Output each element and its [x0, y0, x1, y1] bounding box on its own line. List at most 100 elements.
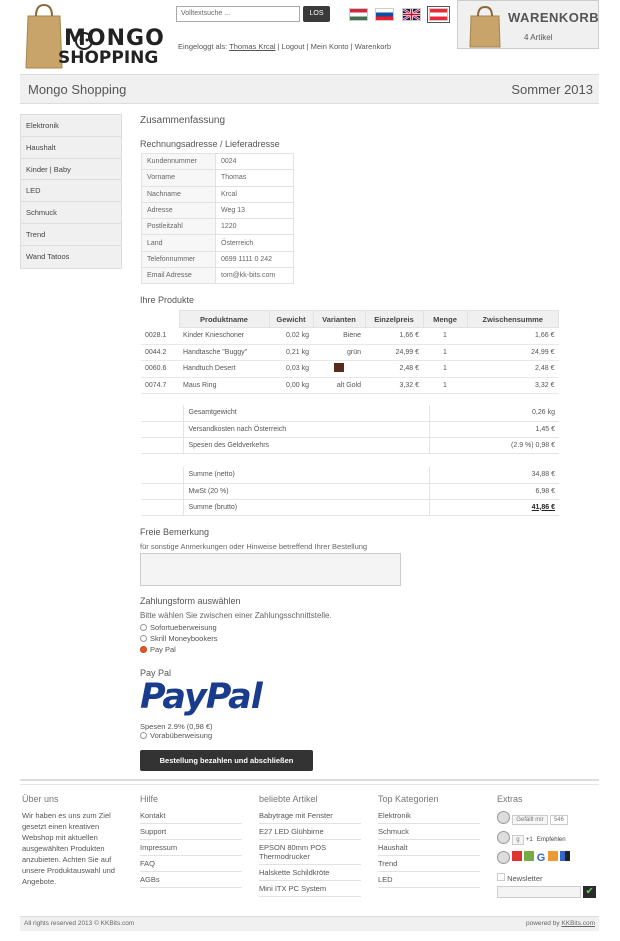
sidebar-item-elektronik[interactable]: Elektronik: [21, 115, 121, 137]
powered-link[interactable]: KKBits.com: [561, 920, 595, 927]
address-label: Email Adresse: [141, 267, 216, 285]
mascot-icon: [497, 811, 510, 824]
share-service-icon[interactable]: [512, 851, 523, 861]
google-plus-button[interactable]: g: [512, 835, 524, 845]
footer-category-item[interactable]: Trend: [378, 856, 480, 872]
summary-value: 34,88 €: [428, 467, 559, 484]
summary-value: (2.9 %) 0,98 €: [428, 437, 559, 454]
product-row: 0074.7 Maus Ring 0,00 kg alt Gold 3,32 €1 3,3…: [141, 377, 559, 394]
radio-icon[interactable]: [140, 635, 147, 642]
address-label: Vorname: [141, 169, 216, 187]
footer-category-item[interactable]: Elektronik: [378, 808, 480, 824]
product-name[interactable]: Maus Ring: [179, 377, 269, 394]
payment-option-paypal[interactable]: Pay Pal: [140, 645, 218, 656]
footer-popular-item[interactable]: E27 LED Glühbirne: [259, 824, 361, 840]
newsletter-submit-check-icon[interactable]: ✔: [583, 886, 597, 898]
delicious-icon[interactable]: [559, 851, 570, 861]
flag-united-kingdom-icon[interactable]: [402, 8, 421, 21]
share-service-icon[interactable]: [547, 851, 558, 861]
summary-value: 41,86 €: [428, 499, 559, 516]
address-label: Postleitzahl: [141, 218, 216, 236]
address-row: Adresse Weg 13: [141, 201, 294, 220]
cart-link[interactable]: Warenkorb: [355, 42, 391, 51]
footer-link-kontakt[interactable]: Kontakt: [140, 808, 242, 824]
login-user-link[interactable]: Thomas Krcal: [229, 42, 275, 51]
summary-row: Summe (brutto) 41,86 €: [141, 499, 559, 516]
product-variant: alt Gold: [313, 377, 365, 394]
product-name[interactable]: Handtasche "Buggy": [179, 344, 269, 361]
share-icons: G: [512, 851, 570, 864]
payment-option-prepay[interactable]: Vorabüberweisung: [140, 731, 212, 742]
address-label: Adresse: [141, 201, 216, 220]
radio-icon[interactable]: [140, 732, 147, 739]
powered-by: powered by KKBits.com: [526, 920, 595, 927]
paypal-fees: Spesen 2.9% (0,98 €): [140, 722, 213, 731]
footer-divider: [20, 784, 599, 785]
flag-austria-icon[interactable]: [427, 6, 450, 23]
address-value: 1220: [215, 218, 294, 236]
about-title: Über uns: [22, 794, 59, 804]
footer-link-impressum[interactable]: Impressum: [140, 840, 242, 856]
footer-link-faq[interactable]: FAQ: [140, 856, 242, 872]
remark-hint: für sonstige Anmerkungen oder Hinweise b…: [140, 542, 368, 551]
footer-category-item[interactable]: Haushalt: [378, 840, 480, 856]
address-value: 0024: [215, 152, 294, 171]
footer-category-item[interactable]: LED: [378, 872, 480, 888]
flag-hungary-icon[interactable]: [349, 8, 368, 21]
address-value: 0699 1111 0 242: [215, 250, 294, 269]
radio-icon[interactable]: [140, 624, 147, 631]
newsletter-label: Newsletter: [507, 874, 543, 883]
logo[interactable]: MONGO SHOPPING: [22, 2, 172, 70]
logout-link[interactable]: Logout: [282, 42, 305, 51]
extras-title: Extras: [497, 794, 523, 804]
payment-option-sofort[interactable]: Sofortueberweisung: [140, 623, 218, 634]
product-number: 0060.6: [141, 360, 179, 378]
cart-widget[interactable]: WARENKORB 4 Artikel: [457, 0, 599, 49]
submit-order-button[interactable]: Bestellung bezahlen und abschließen: [140, 750, 313, 771]
remark-textarea[interactable]: [140, 553, 401, 586]
product-name[interactable]: Handtuch Desert: [179, 360, 269, 378]
product-variant: grün: [313, 344, 365, 361]
footer-popular-item[interactable]: Halskette Schildkröte: [259, 865, 361, 881]
summary-spacer: [141, 483, 183, 500]
product-subtotal: 3,32 €: [467, 377, 559, 394]
footer-category-item[interactable]: Schmuck: [378, 824, 480, 840]
sidebar-item-schmuck[interactable]: Schmuck: [21, 202, 121, 224]
footer-popular-item[interactable]: Mini ITX PC System: [259, 881, 361, 897]
my-account-link[interactable]: Mein Konto: [311, 42, 349, 51]
share-service-icon[interactable]: [524, 851, 535, 861]
summary-label: Versandkosten nach Österreich: [182, 421, 429, 438]
newsletter-checkbox[interactable]: [497, 873, 505, 881]
radio-selected-icon[interactable]: [140, 646, 147, 653]
footer-link-agbs[interactable]: AGBs: [140, 872, 242, 888]
footer-link-support[interactable]: Support: [140, 824, 242, 840]
footer-popular-item[interactable]: EPSON 80mm POS Thermodrucker: [259, 840, 361, 865]
newsletter-input[interactable]: [497, 886, 581, 898]
about-text: Wir haben es uns zum Ziel gesetzt einen …: [22, 811, 115, 886]
search-input[interactable]: Volltextsuche ...: [176, 6, 300, 22]
payment-option-skrill[interactable]: Skrill Moneybookers: [140, 634, 218, 645]
footer-popular-item[interactable]: Babytrage mit Fenster: [259, 808, 361, 824]
summary-spacer: [141, 499, 183, 516]
summary-heading: Zusammenfassung: [140, 115, 226, 126]
facebook-like-button[interactable]: Gefällt mir: [512, 815, 548, 825]
payment-options: Sofortueberweisung Skrill Moneybookers P…: [140, 623, 218, 656]
sidebar-item-haushalt[interactable]: Haushalt: [21, 137, 121, 159]
footer-about: Über uns Wir haben es uns zum Ziel geset…: [22, 794, 126, 887]
address-row: Email Adresse tom@kk-bits.com: [141, 267, 294, 285]
sidebar-item-trend[interactable]: Trend: [21, 224, 121, 246]
search-button[interactable]: LOS: [303, 6, 330, 22]
flag-slovakia-icon[interactable]: [375, 8, 394, 21]
product-qty: 1: [423, 327, 467, 345]
sidebar-item-wand-tatoos[interactable]: Wand Tatoos: [21, 246, 121, 268]
remark-heading: Freie Bemerkung: [140, 527, 210, 537]
help-title: Hilfe: [140, 794, 159, 804]
sidebar-item-kinder-baby[interactable]: Kinder | Baby: [21, 159, 121, 181]
sidebar-item-led[interactable]: LED: [21, 180, 121, 203]
summary-spacer: [141, 405, 183, 422]
shopping-bag-icon: [469, 5, 501, 48]
col-gewicht: Gewicht: [268, 310, 314, 328]
product-number: 0074.7: [141, 377, 179, 394]
product-name[interactable]: Kinder Knieschoner: [179, 327, 269, 345]
google-icon[interactable]: G: [537, 852, 546, 864]
